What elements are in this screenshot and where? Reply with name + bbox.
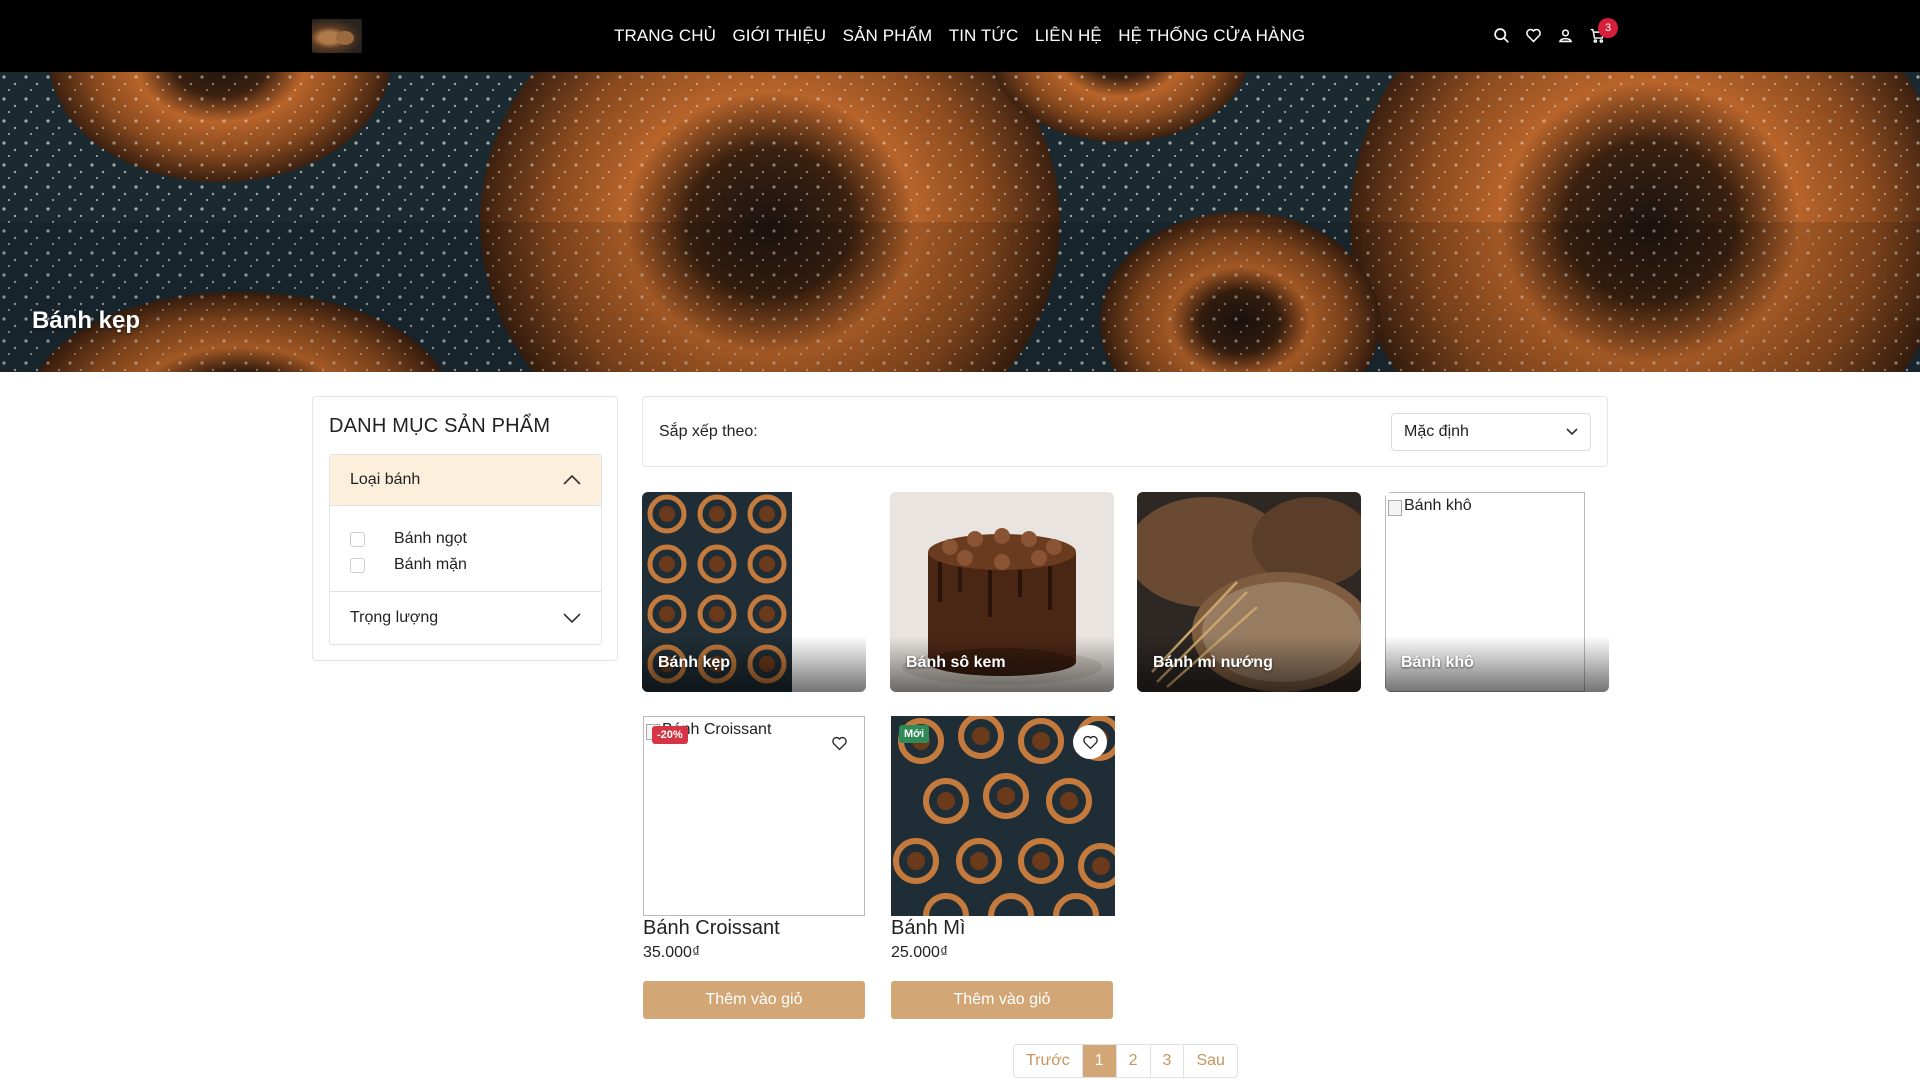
checkbox[interactable] (350, 531, 365, 547)
site-header: TRANG CHỦ GIỚI THIỆU SẢN PHẨM TIN TỨC LI… (0, 0, 1920, 72)
filter-group-weight-label: Trọng lượng (350, 609, 439, 626)
category-card-toast-bread[interactable]: Bánh mì nướng (1137, 492, 1361, 692)
category-label: Bánh kẹp (658, 654, 731, 671)
site-logo[interactable] (312, 19, 362, 53)
cart-count-badge: 3 (1598, 18, 1618, 38)
filter-group-type-body: Bánh ngọt Bánh mặn (330, 506, 601, 592)
sort-selected-value: Mặc định (1404, 423, 1469, 440)
favorite-button[interactable] (1073, 725, 1107, 759)
filter-group-type-header[interactable]: Loại bánh (330, 455, 601, 506)
filter-option-label: Bánh ngọt (394, 530, 467, 547)
product-card-banh-mi: Mới Bánh Mì 25.000₫ Thêm vào giỏ (891, 716, 1115, 1020)
product-name[interactable]: Bánh Mì (891, 917, 965, 940)
pagination-page-3[interactable]: 3 (1149, 1045, 1184, 1077)
category-sidebar: DANH MỤC SẢN PHẨM Loại bánh Bánh ngọt Bá… (312, 396, 618, 661)
nav-news[interactable]: TIN TỨC (949, 26, 1019, 46)
heart-icon[interactable] (1524, 24, 1542, 46)
nav-about[interactable]: GIỚI THIỆU (732, 26, 826, 46)
product-card-croissant: Bánh Croissant -20% Bánh Croissant 35.00… (643, 716, 867, 1020)
pagination-prev[interactable]: Trước (1014, 1045, 1082, 1077)
search-icon[interactable] (1492, 24, 1510, 46)
user-icon[interactable] (1556, 24, 1574, 46)
sort-label: Sắp xếp theo: (659, 423, 758, 440)
product-image[interactable]: Mới (891, 716, 1115, 916)
pagination-page-2[interactable]: 2 (1115, 1045, 1150, 1077)
nav-home[interactable]: TRANG CHỦ (614, 26, 716, 46)
header-icons (1492, 24, 1606, 46)
chevron-down-icon (1566, 423, 1578, 441)
favorite-button[interactable] (822, 726, 856, 760)
sort-bar: Sắp xếp theo: Mặc định (642, 396, 1608, 467)
filter-option-sweet[interactable]: Bánh ngọt (350, 526, 581, 552)
main-nav: TRANG CHỦ GIỚI THIỆU SẢN PHẨM TIN TỨC LI… (614, 0, 1322, 72)
filter-group-weight-header[interactable]: Trọng lượng (330, 592, 601, 644)
image-alt-text: Bánh khô (1388, 497, 1472, 516)
nav-stores[interactable]: HỆ THỐNG CỬA HÀNG (1118, 26, 1305, 46)
heart-icon (831, 736, 847, 750)
filter-option-label: Bánh mặn (394, 556, 467, 573)
discount-badge: -20% (652, 726, 688, 744)
banner-pastry-image (0, 72, 1920, 372)
sidebar-title: DANH MỤC SẢN PHẨM (329, 415, 551, 437)
new-badge: Mới (899, 725, 930, 743)
category-card-dry-cake[interactable]: Bánh khô Bánh khô (1385, 492, 1609, 692)
product-name[interactable]: Bánh Croissant (643, 917, 780, 940)
checkbox[interactable] (350, 557, 365, 573)
pagination-next[interactable]: Sau (1183, 1045, 1236, 1077)
category-label: Bánh khô (1401, 654, 1474, 671)
product-price: 25.000₫ (891, 944, 949, 961)
filter-accordion: Loại bánh Bánh ngọt Bánh mặn Trọng lượng (329, 454, 602, 645)
page-title: Bánh kẹp (32, 307, 141, 334)
add-to-cart-button[interactable]: Thêm vào giỏ (643, 981, 865, 1019)
sort-select[interactable]: Mặc định (1391, 413, 1591, 451)
category-label: Bánh mì nướng (1153, 654, 1273, 671)
chevron-up-icon (563, 474, 581, 486)
nav-products[interactable]: SẢN PHẨM (843, 26, 933, 46)
pagination: Trước 1 2 3 Sau (1013, 1044, 1238, 1078)
pagination-page-1[interactable]: 1 (1081, 1045, 1116, 1077)
heart-icon (1082, 735, 1098, 749)
hero-banner (0, 72, 1920, 372)
category-label: Bánh sô kem (906, 654, 1006, 671)
chevron-down-icon (563, 612, 581, 624)
filter-group-type-label: Loại bánh (350, 471, 421, 488)
category-card-chocolate-cream[interactable]: Bánh sô kem (890, 492, 1114, 692)
category-card-sandwich[interactable]: Bánh kẹp (642, 492, 866, 692)
product-image-broken[interactable]: Bánh Croissant -20% (643, 716, 865, 916)
nav-contact[interactable]: LIÊN HỆ (1035, 26, 1102, 46)
filter-option-savory[interactable]: Bánh mặn (350, 552, 581, 578)
add-to-cart-button[interactable]: Thêm vào giỏ (891, 981, 1113, 1019)
product-price: 35.000₫ (643, 944, 701, 961)
